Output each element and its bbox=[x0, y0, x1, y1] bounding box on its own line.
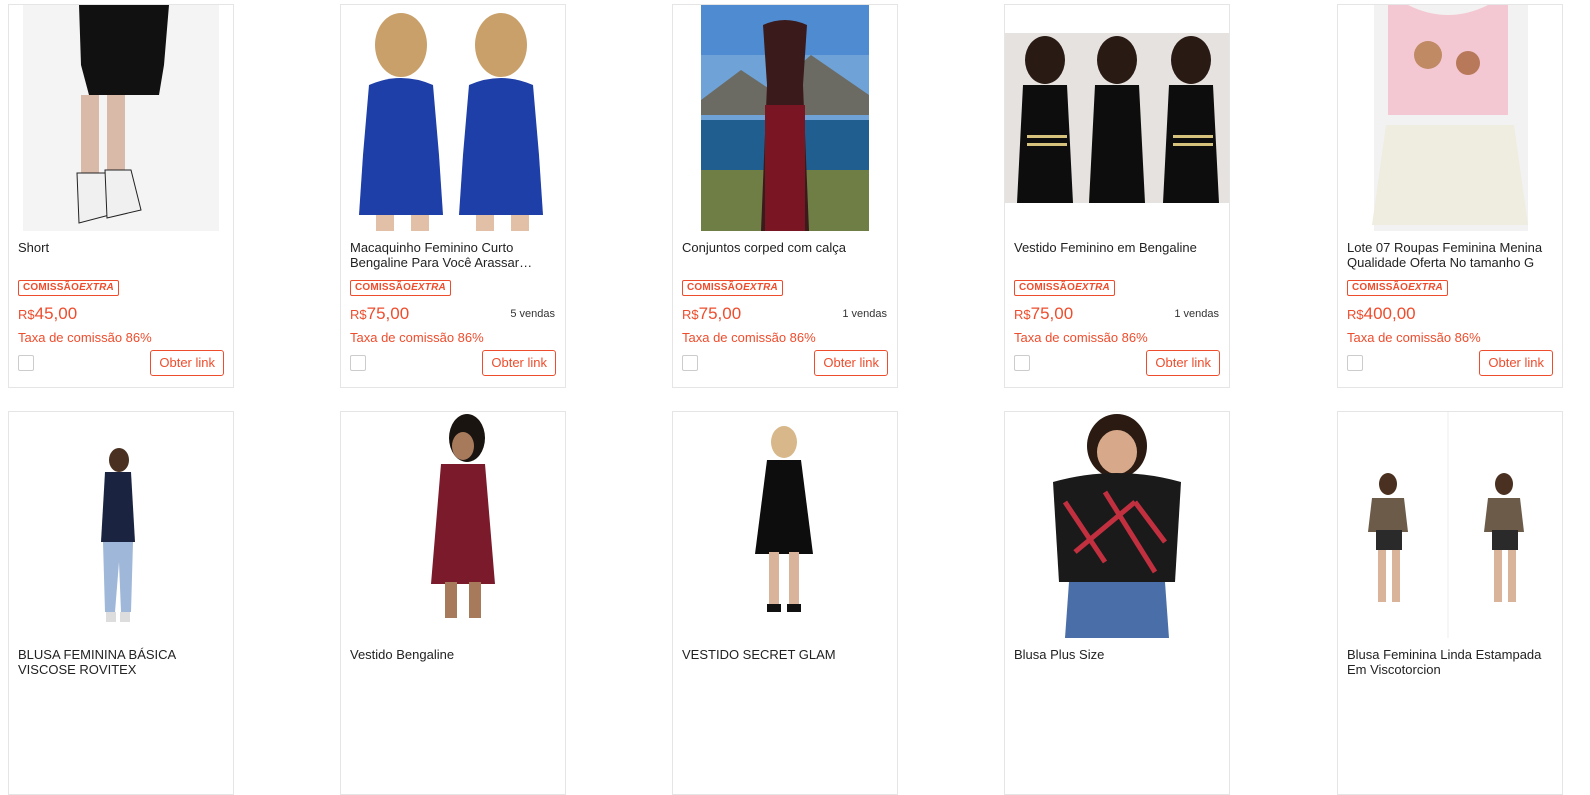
select-checkbox[interactable] bbox=[350, 355, 366, 371]
product-card[interactable]: Vestido Feminino em Bengaline COMISSÃOEX… bbox=[1004, 4, 1230, 388]
product-card[interactable]: BLUSA FEMININA BÁSICA VISCOSE ROVITEX bbox=[8, 411, 234, 795]
product-card[interactable]: Macaquinho Feminino Curto Bengaline Para… bbox=[340, 4, 566, 388]
product-card[interactable]: Conjuntos corped com calça COMISSÃOEXTRA… bbox=[672, 4, 898, 388]
product-title[interactable]: Macaquinho Feminino Curto Bengaline Para… bbox=[350, 240, 556, 270]
get-link-button[interactable]: Obter link bbox=[150, 350, 224, 376]
extra-commission-badge: COMISSÃOEXTRA bbox=[18, 280, 119, 296]
sales-count: 1 vendas bbox=[1174, 308, 1219, 320]
product-image[interactable] bbox=[341, 412, 565, 638]
product-card[interactable]: Blusa Feminina Linda Estampada Em Viscot… bbox=[1337, 411, 1563, 795]
product-image[interactable] bbox=[1005, 5, 1229, 231]
product-card[interactable]: Short COMISSÃOEXTRA R$45,00 Taxa de comi… bbox=[8, 4, 234, 388]
commission-rate: Taxa de comissão 86% bbox=[682, 330, 816, 345]
product-image[interactable] bbox=[673, 5, 897, 231]
commission-rate: Taxa de comissão 86% bbox=[350, 330, 484, 345]
product-image[interactable] bbox=[341, 5, 565, 231]
product-card[interactable]: Vestido Bengaline bbox=[340, 411, 566, 795]
product-image[interactable] bbox=[673, 412, 897, 638]
product-image[interactable] bbox=[9, 412, 233, 638]
product-image[interactable] bbox=[9, 5, 233, 231]
extra-commission-badge: COMISSÃOEXTRA bbox=[350, 280, 451, 296]
product-title[interactable]: Short bbox=[18, 240, 224, 255]
product-image[interactable] bbox=[1338, 412, 1562, 638]
product-card[interactable]: Blusa Plus Size bbox=[1004, 411, 1230, 795]
sales-count: 1 vendas bbox=[842, 308, 887, 320]
product-title[interactable]: Blusa Feminina Linda Estampada Em Viscot… bbox=[1347, 647, 1553, 677]
product-card[interactable]: Lote 07 Roupas Feminina Menina Qualidade… bbox=[1337, 4, 1563, 388]
select-checkbox[interactable] bbox=[1347, 355, 1363, 371]
product-price: R$75,00 bbox=[350, 304, 410, 323]
product-price: R$75,00 bbox=[1014, 304, 1074, 323]
product-title[interactable]: Conjuntos corped com calça bbox=[682, 240, 888, 255]
select-checkbox[interactable] bbox=[18, 355, 34, 371]
product-image[interactable] bbox=[1338, 5, 1562, 231]
commission-rate: Taxa de comissão 86% bbox=[1014, 330, 1148, 345]
sales-count: 5 vendas bbox=[510, 308, 555, 320]
product-price: R$75,00 bbox=[682, 304, 742, 323]
product-image[interactable] bbox=[1005, 412, 1229, 638]
get-link-button[interactable]: Obter link bbox=[1146, 350, 1220, 376]
product-card[interactable]: VESTIDO SECRET GLAM bbox=[672, 411, 898, 795]
extra-commission-badge: COMISSÃOEXTRA bbox=[1014, 280, 1115, 296]
get-link-button[interactable]: Obter link bbox=[482, 350, 556, 376]
extra-commission-badge: COMISSÃOEXTRA bbox=[682, 280, 783, 296]
product-title[interactable]: Blusa Plus Size bbox=[1014, 647, 1220, 662]
select-checkbox[interactable] bbox=[1014, 355, 1030, 371]
product-price: R$400,00 bbox=[1347, 304, 1416, 323]
product-title[interactable]: Vestido Bengaline bbox=[350, 647, 556, 662]
product-title[interactable]: Lote 07 Roupas Feminina Menina Qualidade… bbox=[1347, 240, 1553, 270]
product-price: R$45,00 bbox=[18, 304, 78, 323]
commission-rate: Taxa de comissão 86% bbox=[18, 330, 152, 345]
product-title[interactable]: VESTIDO SECRET GLAM bbox=[682, 647, 888, 662]
get-link-button[interactable]: Obter link bbox=[814, 350, 888, 376]
product-title[interactable]: Vestido Feminino em Bengaline bbox=[1014, 240, 1220, 255]
extra-commission-badge: COMISSÃOEXTRA bbox=[1347, 280, 1448, 296]
commission-rate: Taxa de comissão 86% bbox=[1347, 330, 1481, 345]
get-link-button[interactable]: Obter link bbox=[1479, 350, 1553, 376]
select-checkbox[interactable] bbox=[682, 355, 698, 371]
product-title[interactable]: BLUSA FEMININA BÁSICA VISCOSE ROVITEX bbox=[18, 647, 224, 677]
